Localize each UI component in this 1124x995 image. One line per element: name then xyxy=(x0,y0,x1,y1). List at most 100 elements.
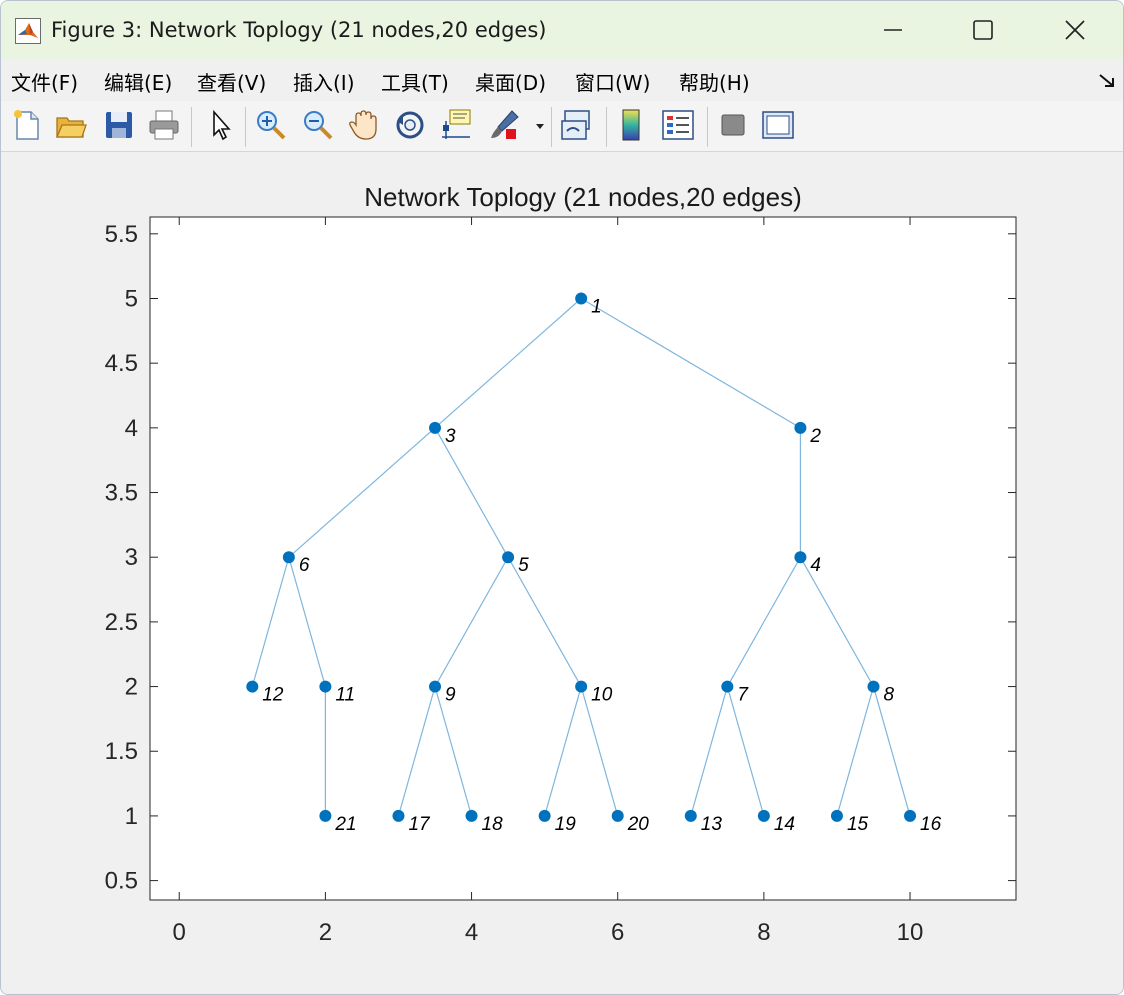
node-label: 3 xyxy=(445,426,456,447)
graph-node[interactable] xyxy=(319,809,332,822)
rotate-3d-icon[interactable] xyxy=(392,107,428,143)
menu-help[interactable]: 帮助(H) xyxy=(679,67,750,96)
node-label: 8 xyxy=(883,685,894,706)
node-label: 1 xyxy=(591,296,602,317)
graph-node[interactable] xyxy=(721,680,734,693)
menu-window[interactable]: 窗口(W) xyxy=(575,67,650,96)
matlab-logo-icon xyxy=(15,18,41,44)
network-graph-chart: Network Toplogy (21 nodes,20 edges) 0 2 4 6… xyxy=(105,182,1017,946)
figure-window: Figure 3: Network Toplogy (21 nodes,20 e… xyxy=(0,0,1124,995)
legend-icon[interactable] xyxy=(660,107,696,143)
print-icon[interactable] xyxy=(146,107,182,143)
menu-desktop[interactable]: 桌面(D) xyxy=(475,67,546,96)
graph-node[interactable] xyxy=(575,680,588,693)
figure-toolbar xyxy=(1,101,1123,152)
x-tick-label: 8 xyxy=(757,919,770,946)
x-tick-label: 10 xyxy=(897,919,924,946)
node-label: 11 xyxy=(335,685,355,706)
graph-node[interactable] xyxy=(794,421,807,434)
window-title: Figure 3: Network Toplogy (21 nodes,20 e… xyxy=(51,18,547,42)
y-tick-label: 4 xyxy=(125,415,138,442)
graph-node[interactable] xyxy=(575,292,588,305)
maximize-icon xyxy=(973,20,993,40)
toolbar-separator xyxy=(707,107,708,147)
graph-node[interactable] xyxy=(429,680,442,693)
minimize-button[interactable] xyxy=(865,11,921,49)
save-icon[interactable] xyxy=(101,107,137,143)
show-plot-tools-icon[interactable] xyxy=(760,107,796,143)
graph-node[interactable] xyxy=(757,809,770,822)
dock-arrow-icon[interactable] xyxy=(1097,71,1117,91)
toolbar-separator xyxy=(245,107,246,147)
graph-node[interactable] xyxy=(465,809,478,822)
data-cursor-icon[interactable] xyxy=(438,107,474,143)
close-button[interactable] xyxy=(1047,11,1103,49)
x-tick-label: 2 xyxy=(319,919,332,946)
pan-hand-icon[interactable] xyxy=(346,107,382,143)
node-label: 10 xyxy=(591,685,613,706)
menu-bar: 文件(F) 编辑(E) 查看(V) 插入(I) 工具(T) 桌面(D) 窗口(W… xyxy=(1,59,1123,101)
graph-node[interactable] xyxy=(830,809,843,822)
node-label: 2 xyxy=(809,426,821,447)
node-label: 17 xyxy=(408,814,431,835)
graph-node[interactable] xyxy=(611,809,624,822)
node-label: 19 xyxy=(555,814,577,835)
graph-node[interactable] xyxy=(392,809,405,822)
zoom-out-icon[interactable] xyxy=(300,107,336,143)
node-label: 7 xyxy=(737,685,749,706)
node-label: 15 xyxy=(847,814,869,835)
link-plot-icon[interactable] xyxy=(559,107,595,143)
node-label: 5 xyxy=(518,555,529,576)
graph-node[interactable] xyxy=(246,680,259,693)
y-tick-label: 5.5 xyxy=(105,221,138,248)
x-tick-label: 6 xyxy=(611,919,624,946)
colorbar-icon[interactable] xyxy=(614,107,650,143)
minimize-icon xyxy=(884,29,902,31)
graph-node[interactable] xyxy=(794,551,807,564)
node-label: 14 xyxy=(774,814,795,835)
y-tick-label: 1 xyxy=(125,803,138,830)
menu-insert[interactable]: 插入(I) xyxy=(293,67,355,96)
plot-axes xyxy=(149,216,1017,901)
x-tick-label: 4 xyxy=(465,919,478,946)
menu-file[interactable]: 文件(F) xyxy=(11,67,78,96)
y-tick-label: 0.5 xyxy=(105,868,138,895)
graph-node[interactable] xyxy=(319,680,332,693)
y-tick-label: 4.5 xyxy=(105,350,138,377)
toolbar-separator xyxy=(191,107,192,147)
new-figure-icon[interactable] xyxy=(9,107,45,143)
hide-plot-tools-icon[interactable] xyxy=(715,107,751,143)
toolbar-separator xyxy=(551,107,552,147)
zoom-in-icon[interactable] xyxy=(253,107,289,143)
y-tick-label: 5 xyxy=(125,285,138,312)
node-label: 16 xyxy=(920,814,942,835)
graph-node[interactable] xyxy=(502,551,515,564)
y-tick-label: 2.5 xyxy=(105,609,138,636)
open-file-icon[interactable] xyxy=(53,107,89,143)
node-label: 9 xyxy=(445,685,456,706)
node-label: 12 xyxy=(262,685,284,706)
node-label: 4 xyxy=(810,555,821,576)
menu-tools[interactable]: 工具(T) xyxy=(381,67,449,96)
chart-title: Network Toplogy (21 nodes,20 edges) xyxy=(364,182,801,212)
brush-dropdown-icon[interactable] xyxy=(534,121,546,131)
graph-node[interactable] xyxy=(684,809,697,822)
graph-node[interactable] xyxy=(538,809,551,822)
pointer-icon[interactable] xyxy=(202,107,238,143)
graph-node[interactable] xyxy=(429,421,442,434)
node-label: 18 xyxy=(482,814,504,835)
graph-node[interactable] xyxy=(282,551,295,564)
y-tick-label: 3.5 xyxy=(105,480,138,507)
node-label: 13 xyxy=(701,814,723,835)
maximize-button[interactable] xyxy=(955,11,1011,49)
y-tick-label: 3 xyxy=(125,544,138,571)
menu-edit[interactable]: 编辑(E) xyxy=(104,67,172,96)
brush-icon[interactable] xyxy=(486,107,522,143)
node-label: 20 xyxy=(627,814,650,835)
y-tick-label: 1.5 xyxy=(105,738,138,765)
menu-view[interactable]: 查看(V) xyxy=(197,67,266,96)
title-bar[interactable]: Figure 3: Network Toplogy (21 nodes,20 e… xyxy=(1,1,1123,59)
graph-node[interactable] xyxy=(904,809,917,822)
graph-node[interactable] xyxy=(867,680,880,693)
node-label: 6 xyxy=(299,555,310,576)
